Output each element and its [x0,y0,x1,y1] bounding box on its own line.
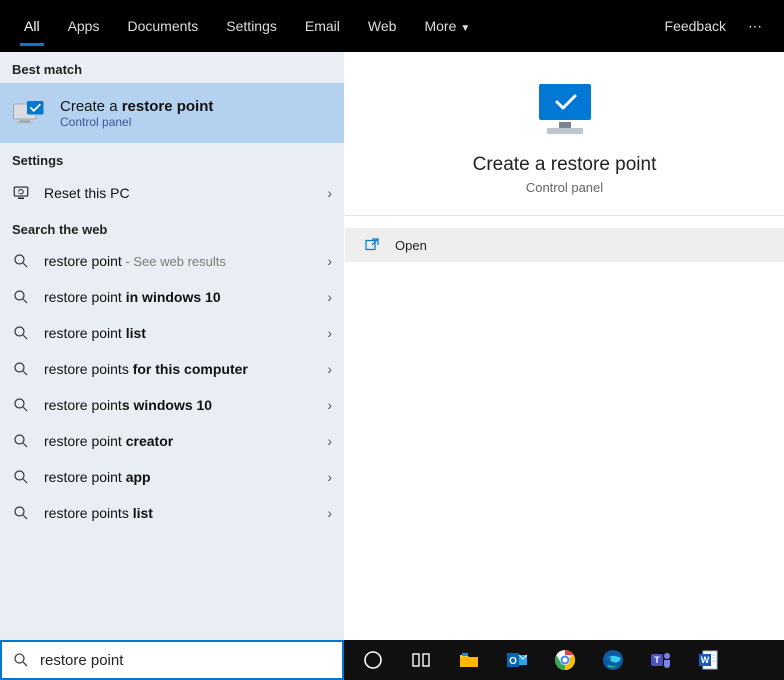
more-options-icon[interactable]: ⋯ [738,4,774,49]
best-match-title: Create a restore point [60,98,213,115]
action-open-label: Open [395,238,427,253]
web-result-label: restore points windows 10 [44,397,313,413]
web-result[interactable]: restore point app › [0,459,344,495]
web-result[interactable]: restore point creator › [0,423,344,459]
search-icon [12,324,30,342]
tab-documents[interactable]: Documents [113,4,212,48]
web-result[interactable]: restore points for this computer › [0,351,344,387]
taskbar-file-explorer[interactable] [446,640,492,680]
chevron-right-icon: › [327,253,332,269]
section-best-match: Best match [0,52,344,83]
section-search-web: Search the web [0,212,344,243]
web-result[interactable]: restore points windows 10 › [0,387,344,423]
search-icon [12,396,30,414]
search-icon [12,504,30,522]
reset-pc-icon [12,184,30,202]
search-icon [12,468,30,486]
chevron-right-icon: › [327,325,332,341]
taskbar-cortana[interactable] [350,640,396,680]
svg-text:W: W [701,655,710,665]
web-result-label: restore points for this computer [44,361,313,377]
chevron-down-icon: ▼ [460,23,470,34]
best-match-subtitle: Control panel [60,115,213,129]
taskbar-teams[interactable]: T [638,640,684,680]
search-icon [12,252,30,270]
search-icon [12,651,30,669]
search-icon [12,288,30,306]
svg-text:O: O [509,656,517,667]
action-open[interactable]: Open [345,228,784,262]
section-settings: Settings [0,143,344,174]
top-tabs-bar: All Apps Documents Settings Email Web Mo… [0,0,784,52]
web-result-label: restore point - See web results [44,253,313,269]
tab-web[interactable]: Web [354,4,411,48]
taskbar-task-view[interactable] [398,640,444,680]
tab-settings[interactable]: Settings [212,4,291,48]
chevron-right-icon: › [327,433,332,449]
tab-email[interactable]: Email [291,4,354,48]
best-match-result[interactable]: Create a restore point Control panel [0,83,344,143]
settings-item-reset-pc[interactable]: Reset this PC › [0,174,344,212]
preview-pane: Create a restore point Control panel Ope… [344,52,784,640]
feedback-link[interactable]: Feedback [653,4,738,48]
tab-more[interactable]: More▼ [410,4,484,48]
restore-point-icon [12,99,48,127]
web-result[interactable]: restore points list › [0,495,344,531]
web-result-label: restore points list [44,505,313,521]
chevron-right-icon: › [327,469,332,485]
svg-text:T: T [654,655,660,665]
search-box[interactable] [0,640,344,680]
web-result-label: restore point creator [44,433,313,449]
taskbar-edge[interactable] [590,640,636,680]
chevron-right-icon: › [327,185,332,201]
preview-icon [529,80,601,140]
taskbar: O T W [344,640,784,680]
search-input[interactable] [40,652,332,669]
open-icon [363,236,381,254]
web-result-label: restore point app [44,469,313,485]
web-result[interactable]: restore point - See web results › [0,243,344,279]
web-result-label: restore point list [44,325,313,341]
chevron-right-icon: › [327,397,332,413]
taskbar-word[interactable]: W [686,640,732,680]
chevron-right-icon: › [327,361,332,377]
taskbar-outlook[interactable]: O [494,640,540,680]
results-pane: Best match Create a restore point Contro… [0,52,344,640]
tab-all[interactable]: All [10,4,54,48]
preview-title: Create a restore point [345,154,784,176]
tab-apps[interactable]: Apps [54,4,114,48]
search-icon [12,432,30,450]
chevron-right-icon: › [327,505,332,521]
settings-item-label: Reset this PC [44,185,313,201]
taskbar-chrome[interactable] [542,640,588,680]
web-result-label: restore point in windows 10 [44,289,313,305]
web-result[interactable]: restore point list › [0,315,344,351]
preview-subtitle: Control panel [345,180,784,195]
chevron-right-icon: › [327,289,332,305]
web-result[interactable]: restore point in windows 10 › [0,279,344,315]
search-icon [12,360,30,378]
